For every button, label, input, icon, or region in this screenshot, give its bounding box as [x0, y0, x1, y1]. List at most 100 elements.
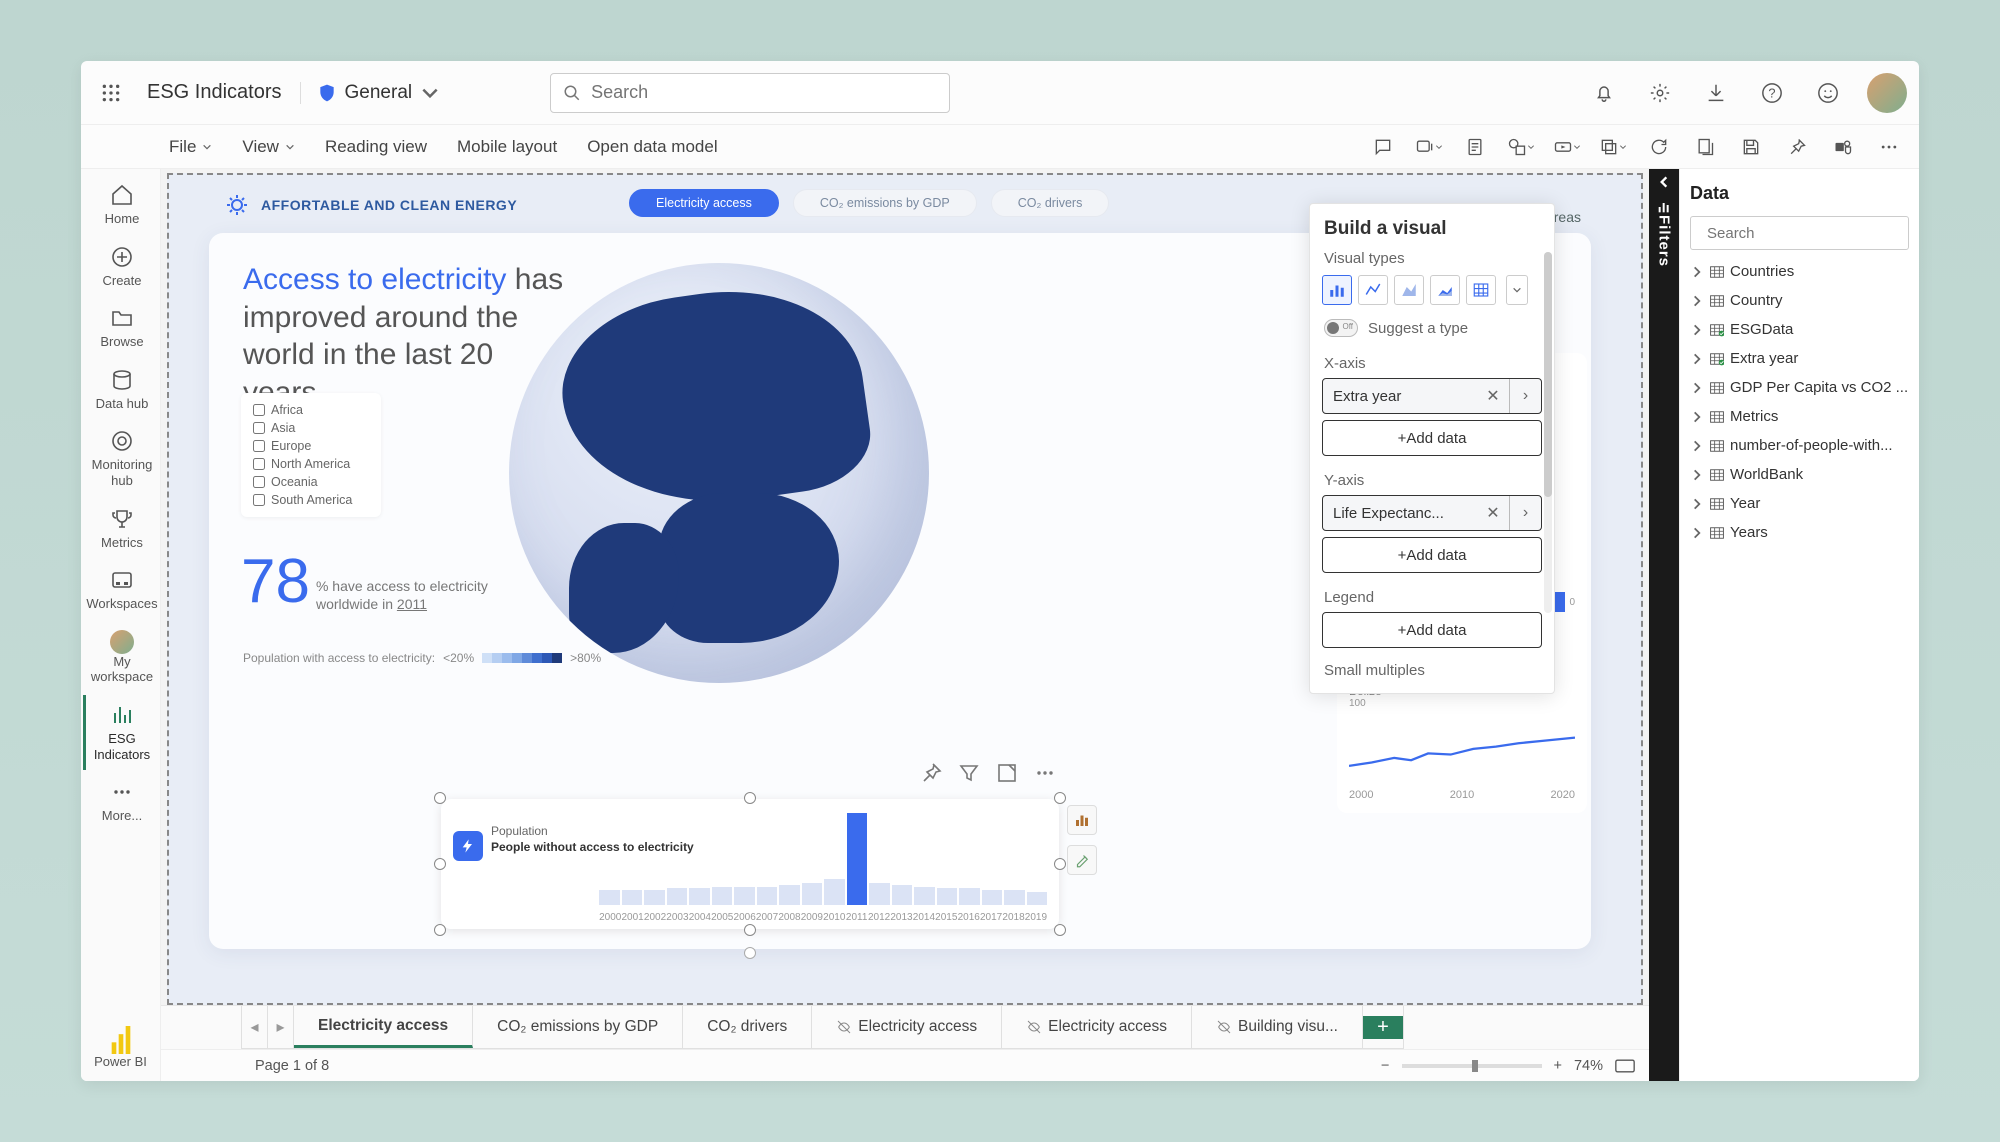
pin-button[interactable] — [1783, 133, 1811, 161]
data-search[interactable] — [1690, 216, 1909, 250]
chat-button[interactable] — [1369, 133, 1397, 161]
add-page-button[interactable]: + — [1363, 1016, 1403, 1039]
tab-co2-gdp[interactable]: CO₂ emissions by GDP — [473, 1006, 683, 1048]
nav-home[interactable]: Home — [83, 175, 159, 235]
focus-visual-icon[interactable] — [995, 761, 1019, 785]
bar-2005[interactable] — [712, 887, 733, 905]
teams-button[interactable] — [1829, 133, 1857, 161]
nav-more[interactable]: More... — [83, 772, 159, 832]
region-oceania[interactable]: Oceania — [253, 475, 369, 489]
tab-electricity-access-3[interactable]: Electricity access — [1002, 1006, 1192, 1048]
selected-bar-visual[interactable]: PopulationPeople without access to elect… — [441, 799, 1059, 929]
bar-2001[interactable] — [622, 890, 643, 905]
visual-type-column[interactable] — [1322, 275, 1352, 305]
filter-visual-icon[interactable] — [957, 761, 981, 785]
fit-to-page-icon[interactable] — [1615, 1059, 1635, 1073]
app-launcher[interactable] — [93, 75, 129, 111]
bar-2017[interactable] — [982, 890, 1003, 905]
notifications-button[interactable] — [1587, 76, 1621, 110]
nav-metrics[interactable]: Metrics — [83, 499, 159, 559]
bar-2013[interactable] — [892, 885, 913, 905]
zoom-in-button[interactable]: + — [1554, 1058, 1562, 1074]
region-asia[interactable]: Asia — [253, 421, 369, 435]
suggest-type-toggle[interactable]: Off — [1324, 319, 1358, 337]
textbox-button[interactable] — [1461, 133, 1489, 161]
nav-monitoring-hub[interactable]: Monitoring hub — [83, 421, 159, 496]
feedback-button[interactable] — [1811, 76, 1845, 110]
on-object-format-button[interactable] — [1067, 845, 1097, 875]
user-avatar[interactable] — [1867, 73, 1907, 113]
bar-2015[interactable] — [937, 888, 958, 905]
global-search[interactable] — [550, 73, 950, 113]
field-menu-button[interactable]: › — [1509, 378, 1541, 414]
mobile-layout-button[interactable]: Mobile layout — [457, 137, 557, 157]
bar-2000[interactable] — [599, 890, 620, 905]
bar-2011[interactable] — [847, 813, 868, 905]
x-axis-add-data[interactable]: +Add data — [1322, 420, 1542, 456]
file-menu[interactable]: File — [169, 137, 212, 157]
table-years[interactable]: Years — [1690, 521, 1909, 544]
pill-electricity-access[interactable]: Electricity access — [629, 189, 779, 217]
shapes-button[interactable] — [1507, 133, 1535, 161]
pin-visual-icon[interactable] — [919, 761, 943, 785]
open-data-model-button[interactable]: Open data model — [587, 137, 717, 157]
bar-2019[interactable] — [1027, 892, 1048, 905]
sensitivity-dropdown[interactable]: General — [300, 82, 441, 104]
y-axis-add-data[interactable]: +Add data — [1322, 537, 1542, 573]
bar-2010[interactable] — [824, 879, 845, 905]
remove-field-button[interactable]: ✕ — [1477, 378, 1509, 414]
reading-view-button[interactable]: Reading view — [325, 137, 427, 157]
table-countries[interactable]: Countries — [1690, 260, 1909, 283]
table-year[interactable]: Year — [1690, 492, 1909, 515]
more-button[interactable] — [1875, 133, 1903, 161]
bar-2012[interactable] — [869, 883, 890, 905]
region-africa[interactable]: Africa — [253, 403, 369, 417]
bar-2004[interactable] — [689, 888, 710, 905]
bar-2014[interactable] — [914, 887, 935, 905]
bar-2003[interactable] — [667, 888, 688, 905]
region-south-america[interactable]: South America — [253, 493, 369, 507]
bar-2006[interactable] — [734, 887, 755, 905]
visual-type-more[interactable] — [1506, 275, 1528, 305]
table-number-of-people-with-[interactable]: number-of-people-with... — [1690, 434, 1909, 457]
remove-field-button[interactable]: ✕ — [1477, 495, 1509, 531]
search-input[interactable] — [591, 82, 937, 103]
table-metrics[interactable]: Metrics — [1690, 405, 1909, 428]
y-axis-field[interactable]: Life Expectanc...✕› — [1322, 495, 1542, 531]
region-north-america[interactable]: North America — [253, 457, 369, 471]
visual-type-table[interactable] — [1466, 275, 1496, 305]
tabs-prev[interactable]: ◂ — [242, 1006, 268, 1048]
filters-pane-collapsed[interactable]: Filters — [1649, 169, 1679, 1081]
bar-2008[interactable] — [779, 885, 800, 905]
world-map-visual[interactable] — [509, 263, 929, 683]
tabs-next[interactable]: ▸ — [268, 1006, 294, 1048]
table-gdp-per-capita-vs-co2-[interactable]: GDP Per Capita vs CO2 ... — [1690, 376, 1909, 399]
visual-type-area[interactable] — [1394, 275, 1424, 305]
tab-building-visual[interactable]: Building visu... — [1192, 1006, 1363, 1048]
data-search-input[interactable] — [1707, 225, 1906, 242]
nav-browse[interactable]: Browse — [83, 298, 159, 358]
visual-interactions-button[interactable] — [1599, 133, 1627, 161]
pill-co2-gdp[interactable]: CO₂ emissions by GDP — [793, 189, 977, 217]
build-visual-panel[interactable]: Build a visual Visual types Off — [1309, 203, 1555, 694]
panel-scrollbar[interactable] — [1544, 252, 1552, 613]
zoom-slider[interactable] — [1402, 1064, 1542, 1068]
nav-create[interactable]: Create — [83, 237, 159, 297]
refresh-button[interactable] — [1645, 133, 1673, 161]
table-worldbank[interactable]: WorldBank — [1690, 463, 1909, 486]
bar-2016[interactable] — [959, 888, 980, 905]
table-esgdata[interactable]: ESGData — [1690, 318, 1909, 341]
view-menu[interactable]: View — [242, 137, 295, 157]
nav-esg-indicators[interactable]: ESG Indicators — [83, 695, 159, 770]
save-button[interactable] — [1737, 133, 1765, 161]
region-europe[interactable]: Europe — [253, 439, 369, 453]
zoom-out-button[interactable]: − — [1381, 1058, 1389, 1074]
field-menu-button[interactable]: › — [1509, 495, 1541, 531]
more-visual-icon[interactable] — [1033, 761, 1057, 785]
teams-chat-button[interactable] — [1415, 133, 1443, 161]
tab-co2-drivers[interactable]: CO₂ drivers — [683, 1006, 812, 1048]
visual-type-line[interactable] — [1358, 275, 1388, 305]
table-country[interactable]: Country — [1690, 289, 1909, 312]
report-page-canvas[interactable]: AFFORTABLE AND CLEAN ENERGY Electricity … — [167, 173, 1643, 1005]
table-extra-year[interactable]: Extra year — [1690, 347, 1909, 370]
